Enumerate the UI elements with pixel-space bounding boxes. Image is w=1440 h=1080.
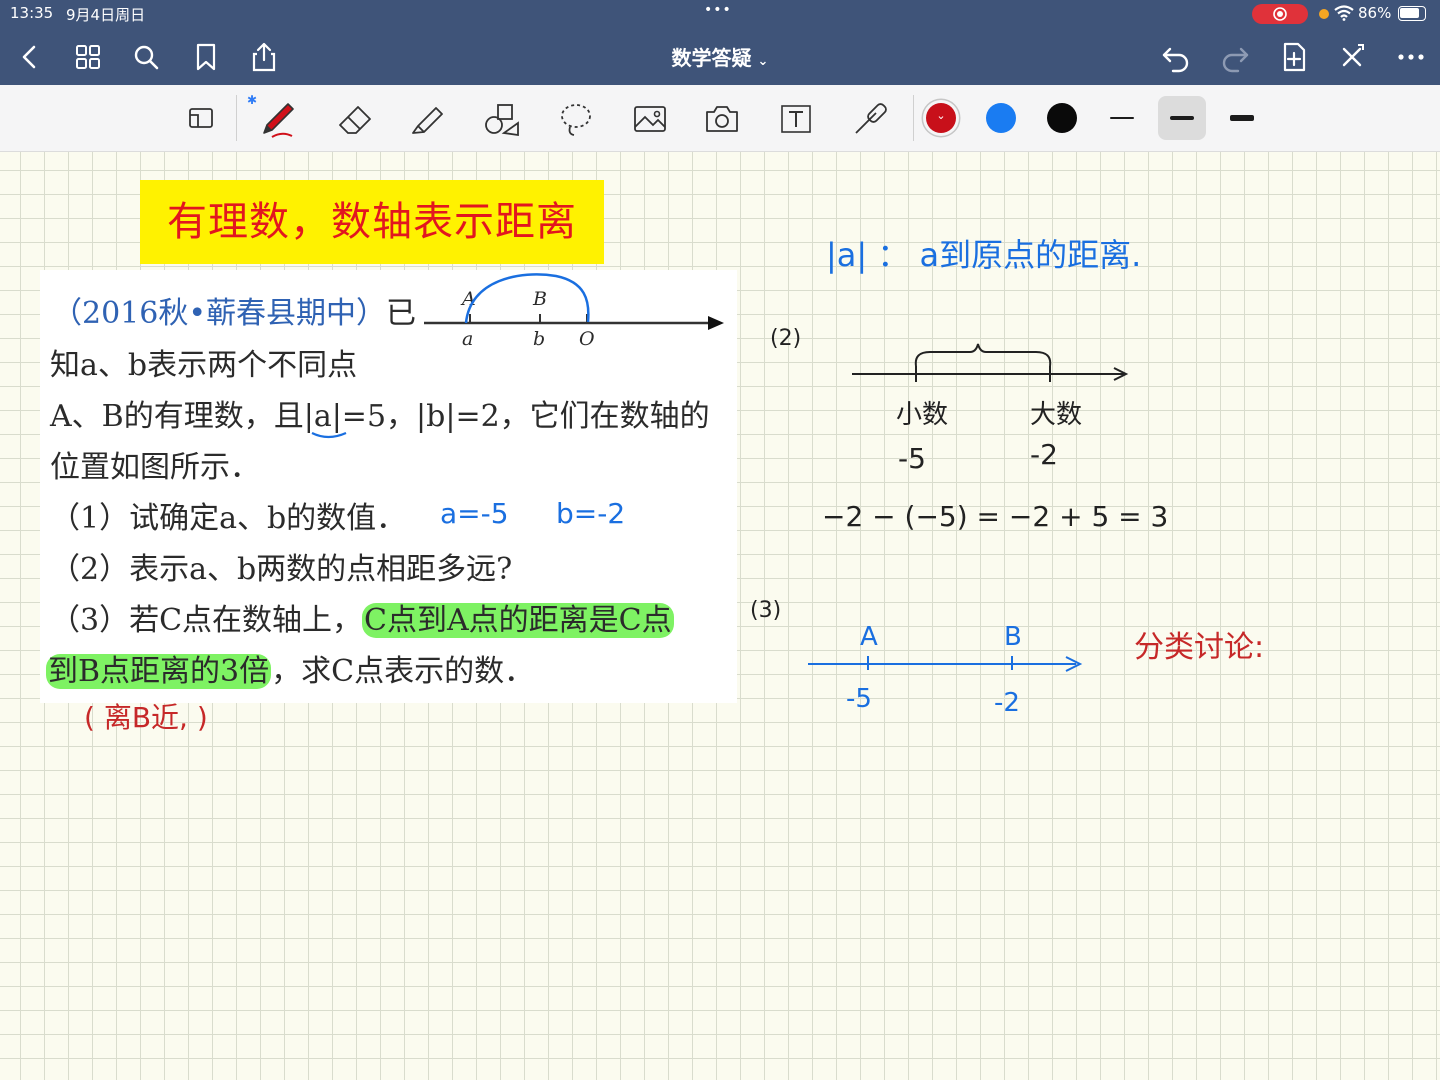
question-part-1: （1）试确定a、b的数值． xyxy=(50,501,407,536)
undo-icon[interactable] xyxy=(1160,41,1192,73)
figure-label-O: O xyxy=(579,328,595,350)
question-source: （2016秋•蕲春县期中） xyxy=(52,296,387,331)
stroke-thin-button[interactable] xyxy=(1098,96,1146,140)
handwritten-calculation: −2 − (−5) = −2 + 5 = 3 xyxy=(822,500,1169,533)
handwritten-axis-minus-5: -5 xyxy=(846,684,872,714)
highlighter-icon[interactable] xyxy=(408,99,448,139)
handwritten-small-number: 小数 xyxy=(896,400,949,430)
image-icon[interactable] xyxy=(630,99,670,139)
handwritten-part-3-label: (3) xyxy=(750,598,782,623)
toolbar-divider xyxy=(913,95,914,141)
handwritten-case-discussion: 分类讨论: xyxy=(1134,630,1265,665)
handwritten-value-big: -2 xyxy=(1030,438,1058,471)
mic-indicator-dot xyxy=(1319,9,1329,19)
color-swatch-blue[interactable] xyxy=(986,103,1016,133)
toolbar-divider xyxy=(236,95,237,141)
question-part-3-post: ，求C点表示的数． xyxy=(271,654,535,689)
question-line-4: 位置如图所示． xyxy=(50,450,260,485)
bluetooth-icon: ✱ xyxy=(247,93,258,107)
pen-icon[interactable] xyxy=(258,99,298,139)
status-bar: 13:35 9月4日周日 ••• 86% xyxy=(0,0,1440,28)
status-date: 9月4日周日 xyxy=(66,6,146,24)
close-x-icon[interactable] xyxy=(1336,41,1368,73)
stroke-thick-icon xyxy=(1230,115,1254,121)
shapes-icon[interactable] xyxy=(482,99,522,139)
chevron-down-icon: ⌄ xyxy=(757,54,769,69)
question-part-2: （2）表示a、b两数的点相距多远? xyxy=(50,552,513,587)
note-banner-title: 有理数，数轴表示距离 xyxy=(140,180,604,264)
figure-label-a: a xyxy=(462,328,474,350)
handwritten-abs-definition: |a| ： a到原点的距离. xyxy=(826,236,1142,274)
question-part-3-line-1: （3）若C点在数轴上，C点到A点的距离是C点 xyxy=(50,595,674,639)
handwritten-red-note: ( 离B近, ) xyxy=(84,701,208,734)
stroke-thin-icon xyxy=(1110,117,1134,119)
green-highlight-2: 到B点距离的3倍 xyxy=(46,654,272,689)
battery-icon xyxy=(1398,6,1426,21)
handwritten-answer-a: a=-5 xyxy=(440,497,509,530)
wifi-icon xyxy=(1334,5,1354,21)
question-line-3: A、B的有理数，且|a|=5，|b|=2，它们在数轴的 xyxy=(50,399,710,434)
status-time: 13:35 xyxy=(10,4,54,22)
question-line-2: 知a、b表示两个不同点 xyxy=(50,348,358,383)
record-icon xyxy=(1273,7,1287,21)
handwritten-axis-minus-2: -2 xyxy=(994,688,1020,718)
question-part-3-pre: （3）若C点在数轴上， xyxy=(50,603,363,638)
color-swatch-red[interactable]: ⌄ xyxy=(926,103,956,133)
stroke-thick-button[interactable] xyxy=(1218,96,1266,140)
green-highlight-1: C点到A点的距离是C点 xyxy=(362,603,674,638)
lasso-select-icon[interactable] xyxy=(182,99,222,139)
figure-label-B: B xyxy=(533,288,547,310)
document-title[interactable]: 数学答疑 ⌄ xyxy=(640,42,800,71)
handwritten-part-2-label: (2) xyxy=(770,326,802,351)
grid-icon[interactable] xyxy=(72,41,104,73)
color-swatch-black[interactable] xyxy=(1047,103,1077,133)
handwritten-answer-b: b=-2 xyxy=(556,497,626,530)
handwritten-axis-A: A xyxy=(860,622,878,652)
question-line-1: （2016秋•蕲春县期中）已 xyxy=(52,288,416,332)
more-icon[interactable] xyxy=(1395,41,1427,73)
stroke-medium-icon xyxy=(1170,116,1194,120)
handwritten-axis-B: B xyxy=(1004,622,1022,652)
multitask-dots-icon[interactable]: ••• xyxy=(704,2,732,18)
battery-percent: 86% xyxy=(1358,4,1392,22)
figure-label-A: A xyxy=(462,288,476,310)
bookmark-icon[interactable] xyxy=(190,41,222,73)
stroke-medium-button[interactable] xyxy=(1158,96,1206,140)
text-icon[interactable] xyxy=(776,99,816,139)
back-chevron-icon[interactable] xyxy=(14,41,46,73)
question-line-1-tail: 已 xyxy=(386,296,417,331)
search-icon[interactable] xyxy=(130,41,162,73)
figure-label-b: b xyxy=(533,328,546,350)
chevron-down-icon: ⌄ xyxy=(936,109,946,122)
nav-bar: 数学答疑 ⌄ xyxy=(0,28,1440,85)
drawing-toolbar: ✱ ⌄ xyxy=(0,85,1440,152)
add-page-icon[interactable] xyxy=(1278,41,1310,73)
handwritten-big-number: 大数 xyxy=(1030,400,1083,430)
eraser-icon[interactable] xyxy=(336,99,376,139)
share-icon[interactable] xyxy=(248,41,280,73)
handwritten-value-small: -5 xyxy=(898,442,926,475)
laser-pointer-icon[interactable] xyxy=(850,99,890,139)
camera-icon[interactable] xyxy=(702,99,742,139)
document-title-text: 数学答疑 xyxy=(671,46,752,70)
question-part-3-line-2: 到B点距离的3倍，求C点表示的数． xyxy=(46,646,534,690)
redo-icon[interactable] xyxy=(1219,41,1251,73)
lasso-icon[interactable] xyxy=(556,99,596,139)
screen-recording-indicator[interactable] xyxy=(1252,4,1308,24)
